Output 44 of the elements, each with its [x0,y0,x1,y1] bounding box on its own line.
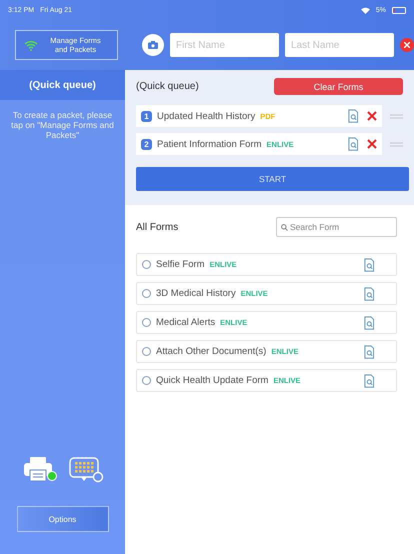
all-forms-title: All Forms [136,222,178,232]
clear-forms-button[interactable]: Clear Forms [274,78,403,95]
camera-button[interactable] [142,34,164,56]
document-search-icon[interactable] [364,286,374,300]
printer-icon[interactable] [22,456,58,482]
drag-handle-icon[interactable] [390,114,403,118]
wifi-icon [360,6,370,14]
document-search-icon[interactable] [364,316,374,330]
remove-icon[interactable] [367,111,377,121]
remove-icon[interactable] [367,139,377,149]
checkbox[interactable] [142,376,151,385]
queue-title: (Quick queue) [136,81,199,92]
checkbox[interactable] [142,289,151,298]
number-badge: 2 [141,138,152,150]
first-name-field[interactable]: First Name [170,33,279,57]
rating-bubble-icon[interactable] [68,456,104,484]
document-search-icon[interactable] [348,109,358,123]
form-name: Patient Information Form [157,138,262,150]
last-name-field[interactable]: Last Name [285,33,394,57]
document-search-icon[interactable] [364,258,374,272]
form-name: Attach Other Document(s) [156,346,266,357]
checkbox[interactable] [142,347,151,356]
search-field[interactable]: Search Form [276,217,397,237]
form-name: Quick Health Update Form [156,375,268,386]
form-name: Updated Health History [157,110,256,122]
start-button[interactable]: START [136,167,409,191]
close-button[interactable] [400,38,414,52]
sidebar-queue-item[interactable]: (Quick queue) [0,70,125,100]
number-badge: 1 [141,110,152,122]
form-name: Selfie Form [156,259,205,270]
close-icon [404,42,410,48]
battery-icon [392,6,406,14]
camera-icon [148,41,158,49]
checkbox[interactable] [142,318,151,327]
drag-handle-icon[interactable] [390,142,403,146]
wifi-icon [24,40,38,50]
document-search-icon[interactable] [364,344,374,358]
document-search-icon[interactable] [364,374,374,388]
form-name: 3D Medical History [156,288,236,299]
checkbox[interactable] [142,260,151,269]
document-search-icon[interactable] [348,137,358,151]
search-icon [281,224,288,231]
sidebar-hint: To create a packet, please tap on "Manage Forms and Packets" [10,109,115,142]
form-name: Medical Alerts [156,317,216,328]
